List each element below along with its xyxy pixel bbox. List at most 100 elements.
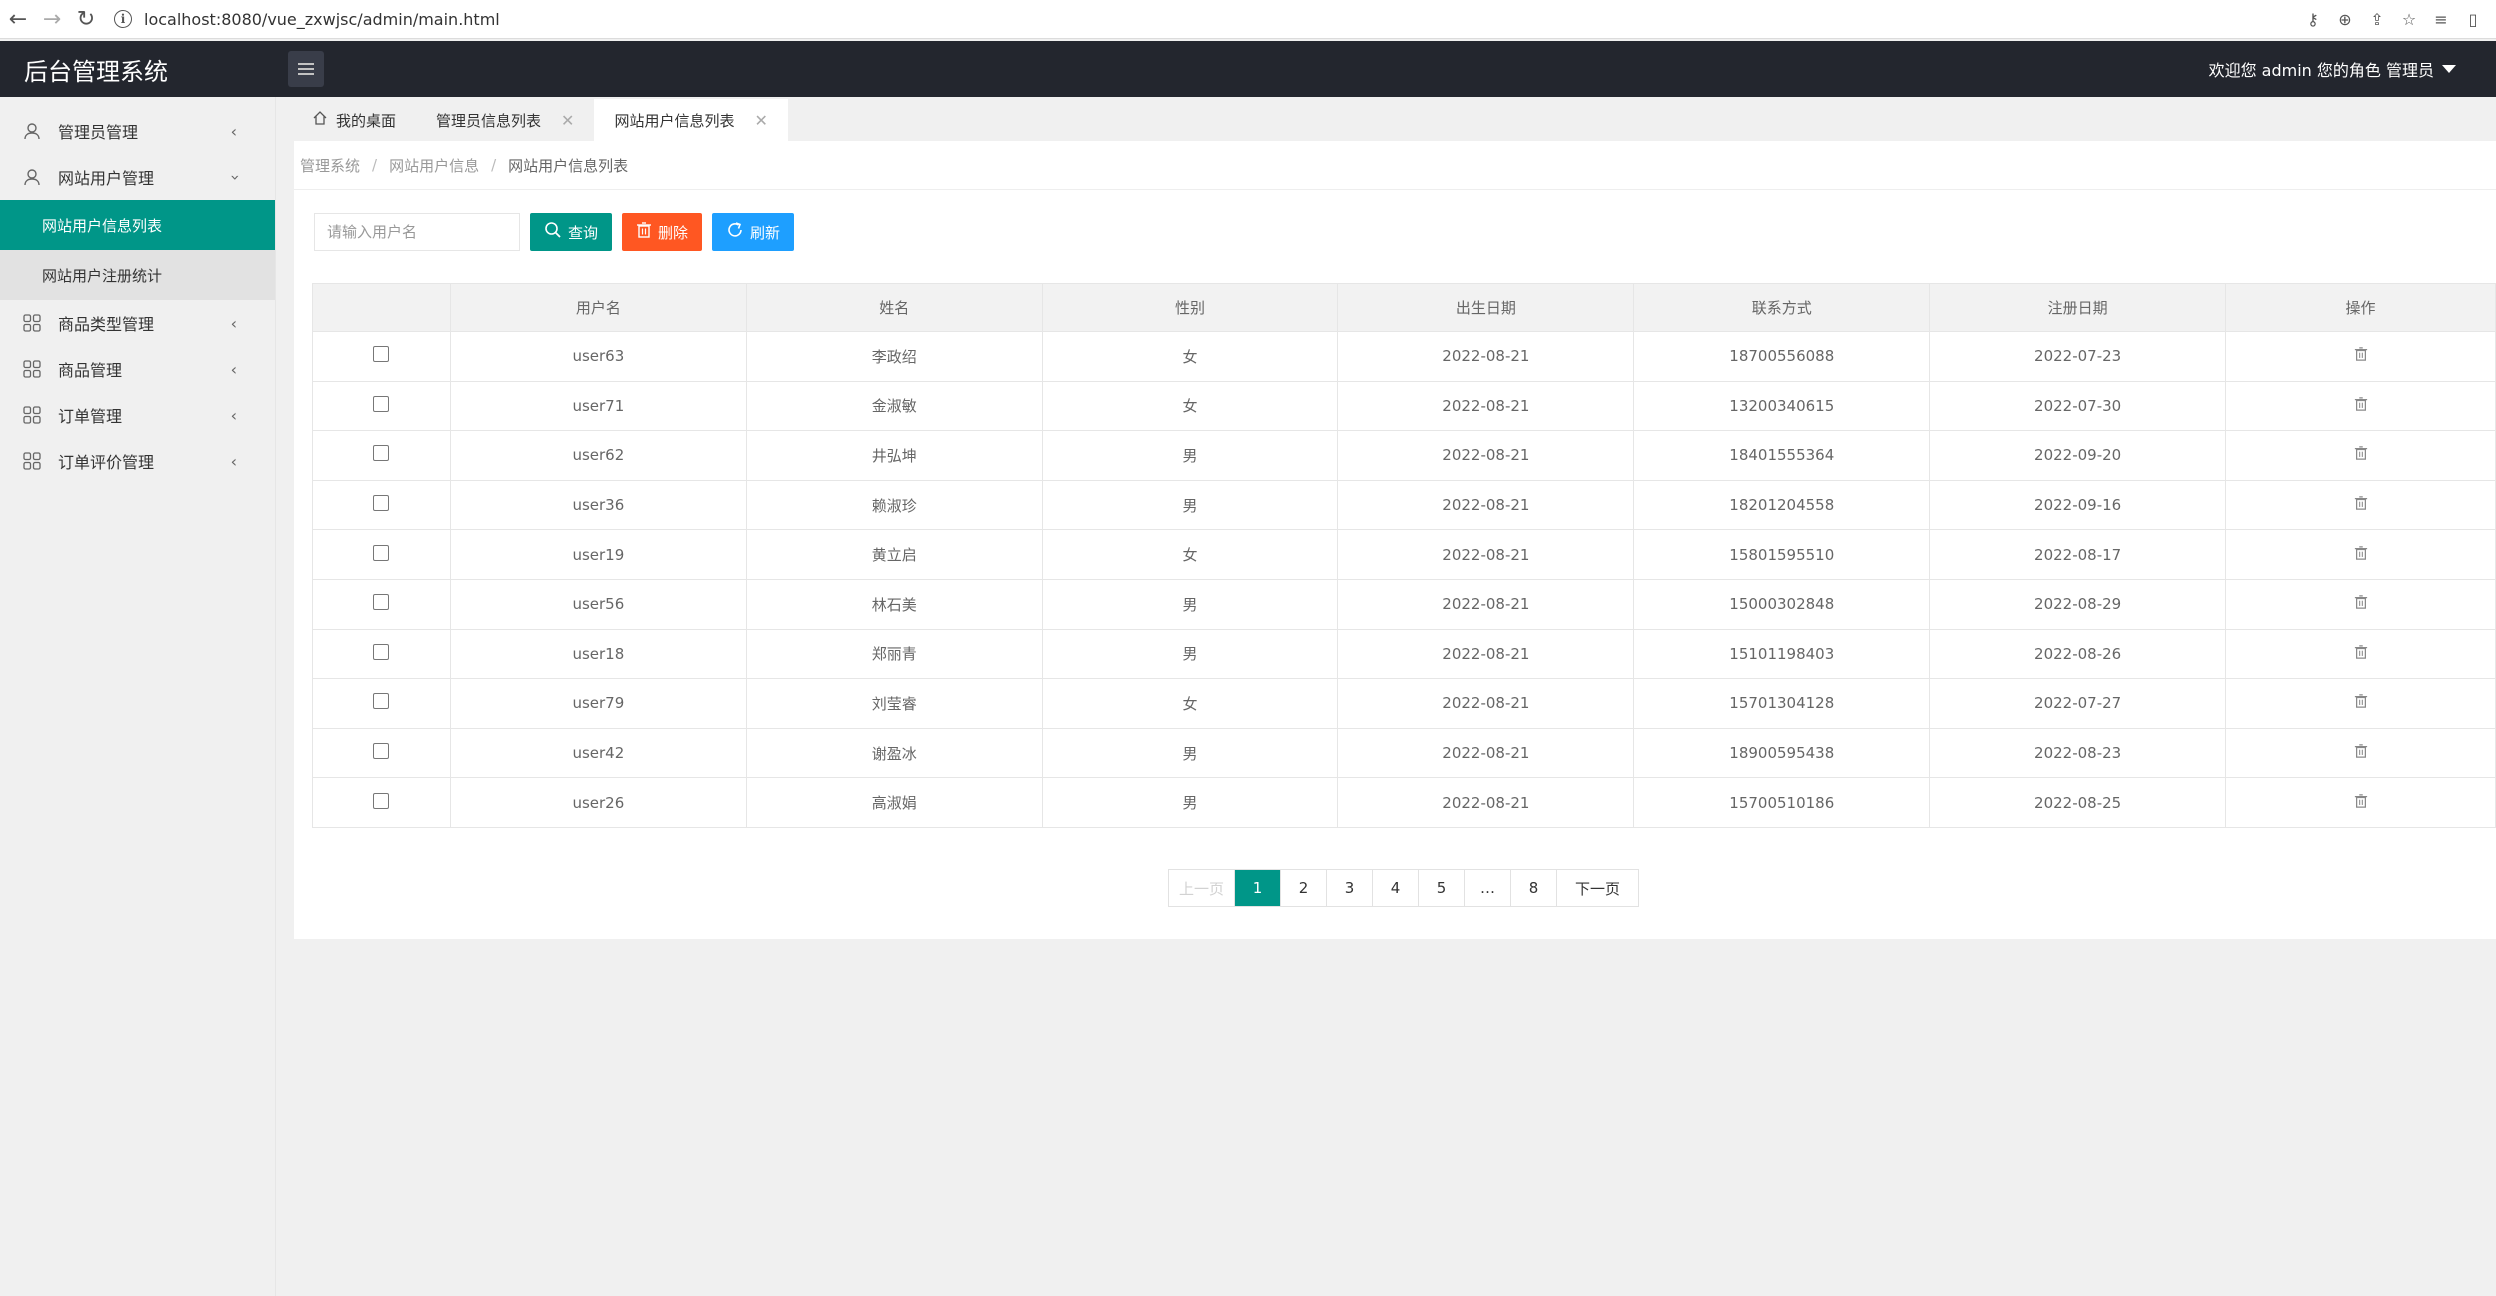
breadcrumb: 管理系统 / 网站用户信息 / 网站用户信息列表 [294,141,2496,190]
refresh-icon [726,221,744,243]
row-select-cell [312,678,451,729]
table-cell: user79 [449,678,747,729]
table-cell: 2022-08-21 [1337,628,1635,680]
sidebar-item-orders[interactable]: 订单管理 ‹ [0,392,275,438]
forward-icon[interactable]: → [36,3,68,35]
breadcrumb-item[interactable]: 网站用户信息 [389,155,479,176]
address-bar[interactable]: i localhost:8080/vue_zxwjsc/admin/main.h… [114,4,2304,34]
table-cell: 2022-08-25 [1929,777,2227,828]
row-checkbox[interactable] [373,693,390,710]
table-cell: 男 [1041,430,1339,481]
sidebar-subitem-user-stats[interactable]: 网站用户注册统计 [0,250,275,300]
row-delete-icon[interactable] [2354,397,2368,415]
key-icon[interactable]: ⚷ [2304,10,2322,29]
query-button[interactable]: 查询 [530,213,613,251]
row-delete-icon[interactable] [2354,595,2368,613]
tab-admin-list[interactable]: 管理员信息列表 ✕ [416,99,594,141]
prev-page-button[interactable]: 上一页 [1169,870,1234,906]
menu-toggle-button[interactable] [288,51,324,87]
page-button-5[interactable]: 5 [1418,870,1464,906]
sidebar-item-label: 商品管理 [58,361,123,380]
row-select-cell [312,430,451,481]
table-cell: 18401555364 [1633,430,1931,481]
chevron-left-icon: ‹ [230,121,237,141]
sidebar-item-admin[interactable]: 管理员管理 ‹ [0,108,275,154]
row-delete-icon[interactable] [2354,446,2368,464]
table-cell: 郑丽青 [745,628,1043,680]
row-delete-icon[interactable] [2354,545,2368,564]
page-button-4[interactable]: 4 [1372,870,1418,906]
row-checkbox[interactable] [373,445,390,462]
row-actions-cell [2225,529,2496,580]
row-checkbox[interactable] [373,495,390,512]
page-button-3[interactable]: 3 [1326,870,1372,906]
back-icon[interactable]: ← [2,3,34,35]
table-cell: 2022-07-30 [1929,380,2227,432]
star-icon[interactable]: ☆ [2400,10,2418,29]
row-delete-icon[interactable] [2354,645,2368,663]
url-text[interactable]: localhost:8080/vue_zxwjsc/admin/main.htm… [144,10,500,29]
tab-user-list[interactable]: 网站用户信息列表 ✕ [594,99,788,141]
sidebar-item-order-reviews[interactable]: 订单评价管理 ‹ [0,438,275,484]
table-cell: 女 [1041,678,1339,729]
refresh-button[interactable]: 刷新 [712,213,795,251]
tab-label: 我的桌面 [336,111,397,130]
table-row: user63 李政绍女 2022-08-21 18700556088 2022-07-2… [312,331,2496,382]
table-cell: 男 [1041,628,1339,680]
table-cell: 2022-08-17 [1929,529,2227,580]
sidebar-item-label: 订单管理 [58,407,123,426]
tab-label: 网站用户信息列表 [614,111,735,130]
sidepanel-icon[interactable]: ▯ [2464,10,2482,29]
site-info-icon[interactable]: i [114,10,132,28]
table-row: user18 郑丽青男 2022-08-21 15101198403 2022-08-2… [312,628,2496,680]
row-checkbox[interactable] [373,643,390,660]
table-cell: 18700556088 [1633,331,1931,382]
row-select-cell [312,727,451,779]
sidebar-item-products[interactable]: 商品管理 ‹ [0,346,275,392]
close-icon[interactable]: ✕ [561,111,574,130]
table-cell: 林石美 [745,578,1043,630]
row-actions-cell [2225,628,2496,680]
sidebar-item-product-types[interactable]: 商品类型管理 ‹ [0,300,275,346]
search-input[interactable] [314,213,520,251]
table-cell: 男 [1041,727,1339,779]
user-icon [22,167,42,187]
table-cell: 李政绍 [745,331,1043,382]
grid-icon [22,313,42,333]
page-button-8[interactable]: 8 [1510,870,1556,906]
row-delete-icon[interactable] [2354,694,2368,712]
reload-icon[interactable]: ↻ [70,3,102,35]
next-page-button[interactable]: 下一页 [1556,870,1638,906]
row-checkbox[interactable] [373,594,390,611]
share-icon[interactable]: ⇪ [2368,10,2386,29]
delete-button[interactable]: 删除 [622,213,703,251]
table-cell: 2022-08-21 [1337,430,1635,481]
table-cell: 刘莹睿 [745,678,1043,729]
row-checkbox[interactable] [373,792,390,809]
breadcrumb-item[interactable]: 管理系统 [300,155,360,176]
reading-list-icon[interactable]: ≡ [2432,10,2450,29]
table-row: user19 黄立启女 2022-08-21 15801595510 2022-08-1… [312,529,2496,580]
user-menu[interactable]: 欢迎您 admin 您的角色 管理员 [2209,57,2456,81]
row-checkbox[interactable] [373,544,390,561]
page-button-1[interactable]: 1 [1234,870,1281,906]
table-cell: 谢盈冰 [745,727,1043,779]
row-delete-icon[interactable] [2354,744,2368,762]
close-icon[interactable]: ✕ [754,111,767,130]
grid-icon [22,405,42,425]
row-checkbox[interactable] [373,743,390,760]
trash-icon [636,222,652,242]
sidebar-item-site-users[interactable]: 网站用户管理 ‹ [0,154,275,200]
row-checkbox[interactable] [373,346,390,363]
row-checkbox[interactable] [373,395,390,412]
row-delete-icon[interactable] [2354,347,2368,365]
row-delete-icon[interactable] [2354,793,2368,812]
table-cell: 15801595510 [1633,529,1931,580]
row-delete-icon[interactable] [2354,496,2368,514]
zoom-icon[interactable]: ⊕ [2336,10,2354,29]
tab-desktop[interactable]: 我的桌面 [292,99,416,141]
sidebar-subitem-user-list[interactable]: 网站用户信息列表 [0,200,275,250]
page-button-2[interactable]: 2 [1280,870,1326,906]
table-row: user62 井弘坤男 2022-08-21 18401555364 2022-09-2… [312,430,2496,481]
user-info-text: 欢迎您 admin 您的角色 管理员 [2208,61,2434,80]
